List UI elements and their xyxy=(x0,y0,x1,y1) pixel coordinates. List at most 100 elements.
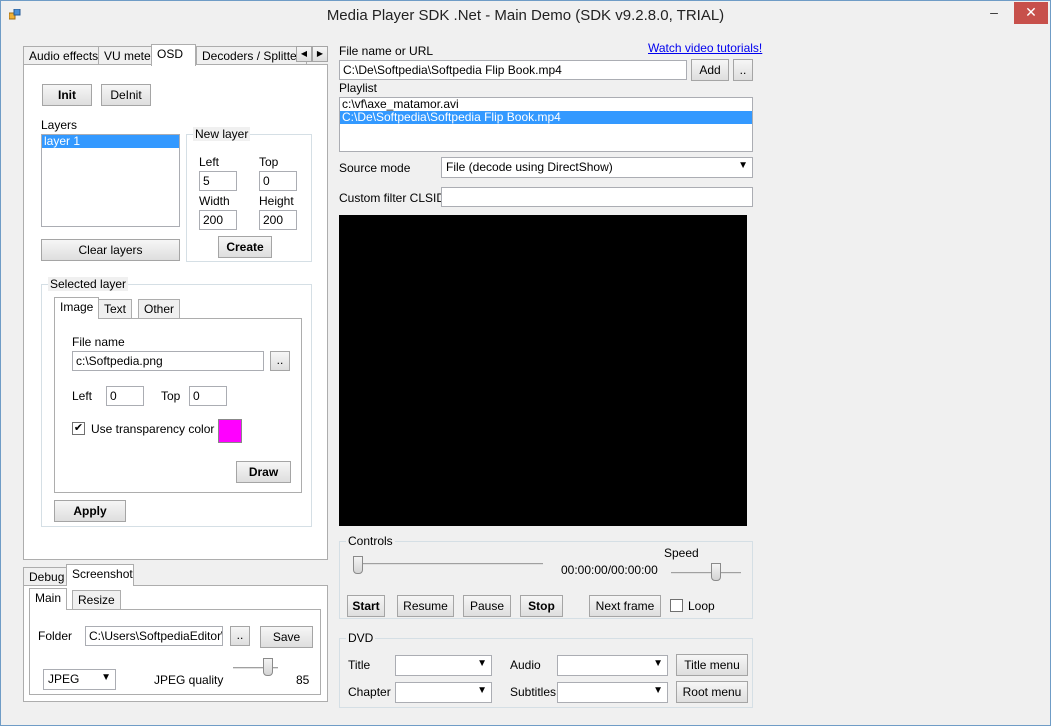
dvd-audio-select[interactable]: ▼ xyxy=(557,655,668,676)
draw-button[interactable]: Draw xyxy=(236,461,291,483)
minimize-button[interactable]: – xyxy=(979,2,1009,24)
tab-text[interactable]: Text xyxy=(98,299,133,319)
deinit-button[interactable]: DeInit xyxy=(101,84,151,106)
format-select[interactable]: JPEG ▼ xyxy=(43,669,116,690)
new-layer-height-label: Height xyxy=(259,194,294,208)
next-frame-button[interactable]: Next frame xyxy=(589,595,661,617)
tab-image[interactable]: Image xyxy=(54,297,100,319)
transparency-label: Use transparency color xyxy=(91,422,215,436)
new-layer-left-label: Left xyxy=(199,155,220,169)
dvd-title: DVD xyxy=(346,631,376,645)
folder-input[interactable]: C:\Users\SoftpediaEditor\Do xyxy=(85,626,223,646)
main-window: Media Player SDK .Net - Main Demo (SDK v… xyxy=(0,0,1051,726)
image-browse-button[interactable]: .. xyxy=(270,351,290,371)
image-tab-panel: File name c:\Softpedia.png .. Left 0 Top… xyxy=(54,318,302,493)
chevron-down-icon: ▼ xyxy=(477,658,487,669)
playlist-list[interactable]: c:\vf\axe_matamor.avi C:\De\Softpedia\So… xyxy=(339,97,753,152)
folder-label: Folder xyxy=(38,629,73,643)
new-layer-height-input[interactable]: 200 xyxy=(259,210,297,230)
dvd-subtitles-select[interactable]: ▼ xyxy=(557,682,668,703)
resume-button[interactable]: Resume xyxy=(397,595,454,617)
controls-title: Controls xyxy=(346,534,395,548)
layers-label: Layers xyxy=(41,118,78,132)
dvd-subtitles-label: Subtitles xyxy=(510,685,557,699)
close-button[interactable]: ✕ xyxy=(1014,2,1048,24)
new-layer-top-input[interactable]: 0 xyxy=(259,171,297,191)
init-button[interactable]: Init xyxy=(42,84,92,106)
root-menu-button[interactable]: Root menu xyxy=(676,681,748,703)
file-label: File name or URL xyxy=(339,44,434,58)
title-menu-button[interactable]: Title menu xyxy=(676,654,748,676)
image-file-input[interactable]: c:\Softpedia.png xyxy=(72,351,264,371)
tab-screenshot-main[interactable]: Main xyxy=(29,588,68,610)
tab-screenshot-resize[interactable]: Resize xyxy=(72,590,121,610)
chevron-down-icon: ▼ xyxy=(738,160,748,171)
source-mode-select[interactable]: File (decode using DirectShow) ▼ xyxy=(441,157,753,178)
tab-scroll-right-button[interactable]: ▶ xyxy=(312,46,328,62)
add-button[interactable]: Add xyxy=(691,59,729,81)
dvd-title-label: Title xyxy=(348,658,371,672)
tab-audio-effects[interactable]: Audio effects xyxy=(23,46,105,66)
new-layer-width-input[interactable]: 200 xyxy=(199,210,237,230)
selected-layer-group: Selected layer Image Text Other File nam… xyxy=(41,277,312,527)
file-browse-button[interactable]: .. xyxy=(733,59,753,81)
new-layer-top-label: Top xyxy=(259,155,279,169)
tutorials-link[interactable]: Watch video tutorials! xyxy=(648,41,762,55)
dvd-title-select[interactable]: ▼ xyxy=(395,655,492,676)
time-display: 00:00:00/00:00:00 xyxy=(561,563,658,577)
jpeg-quality-slider[interactable] xyxy=(263,658,273,676)
title-bar: Media Player SDK .Net - Main Demo (SDK v… xyxy=(1,1,1050,31)
list-item[interactable]: layer 1 xyxy=(42,135,179,148)
speed-slider[interactable] xyxy=(711,563,721,581)
controls-group: Controls 00:00:00/00:00:00 Speed Start R… xyxy=(339,534,753,619)
selected-layer-title: Selected layer xyxy=(48,277,129,291)
chevron-down-icon: ▼ xyxy=(101,672,111,683)
file-url-input[interactable]: C:\De\Softpedia\Softpedia Flip Book.mp4 xyxy=(339,60,687,80)
screenshot-main-panel: Folder C:\Users\SoftpediaEditor\Do .. Sa… xyxy=(29,609,321,695)
position-slider[interactable] xyxy=(353,556,363,574)
new-layer-group: New layer Left Top 5 0 Width Height 200 … xyxy=(186,127,312,262)
loop-checkbox[interactable] xyxy=(670,599,683,612)
chevron-down-icon: ▼ xyxy=(477,685,487,696)
start-button[interactable]: Start xyxy=(347,595,385,617)
tab-debug[interactable]: Debug xyxy=(23,567,71,587)
tab-other[interactable]: Other xyxy=(138,299,181,319)
speed-label: Speed xyxy=(664,546,699,560)
new-layer-left-input[interactable]: 5 xyxy=(199,171,237,191)
file-name-label: File name xyxy=(72,335,125,349)
new-layer-width-label: Width xyxy=(199,194,230,208)
image-left-label: Left xyxy=(72,389,93,403)
window-title: Media Player SDK .Net - Main Demo (SDK v… xyxy=(326,7,725,24)
dvd-group: DVD Title ▼ Audio ▼ Title menu Chapter ▼… xyxy=(339,631,753,708)
transparency-checkbox[interactable]: ✔ xyxy=(72,422,85,435)
folder-browse-button[interactable]: .. xyxy=(230,626,250,646)
tutorials-link-text[interactable]: Watch video tutorials! xyxy=(648,41,762,55)
jpeg-quality-value: 85 xyxy=(296,673,310,687)
list-item[interactable]: C:\De\Softpedia\Softpedia Flip Book.mp4 xyxy=(340,111,752,124)
screenshot-panel: Main Resize Folder C:\Users\SoftpediaEdi… xyxy=(23,585,328,702)
playlist-label: Playlist xyxy=(339,81,378,95)
create-layer-button[interactable]: Create xyxy=(218,236,272,258)
apply-button[interactable]: Apply xyxy=(54,500,126,522)
format-value: JPEG xyxy=(48,672,80,686)
dvd-chapter-select[interactable]: ▼ xyxy=(395,682,492,703)
image-top-input[interactable]: 0 xyxy=(189,386,227,406)
tab-scroll-left-button[interactable]: ◀ xyxy=(296,46,312,62)
video-display[interactable] xyxy=(339,215,747,526)
custom-filter-input[interactable] xyxy=(441,187,753,207)
chevron-down-icon: ▼ xyxy=(653,685,663,696)
dvd-chapter-label: Chapter xyxy=(348,685,391,699)
save-button[interactable]: Save xyxy=(260,626,313,648)
image-top-label: Top xyxy=(161,389,181,403)
tab-osd[interactable]: OSD xyxy=(151,44,196,66)
loop-label: Loop xyxy=(688,599,715,613)
layers-list[interactable]: layer 1 xyxy=(41,134,180,227)
image-left-input[interactable]: 0 xyxy=(106,386,144,406)
tab-decoders-splitter[interactable]: Decoders / Splitter xyxy=(196,46,307,66)
tab-screenshot[interactable]: Screenshot xyxy=(66,564,134,586)
dvd-audio-label: Audio xyxy=(510,658,541,672)
stop-button[interactable]: Stop xyxy=(520,595,563,617)
pause-button[interactable]: Pause xyxy=(463,595,511,617)
clear-layers-button[interactable]: Clear layers xyxy=(41,239,180,261)
transparency-color-swatch[interactable] xyxy=(218,419,242,443)
